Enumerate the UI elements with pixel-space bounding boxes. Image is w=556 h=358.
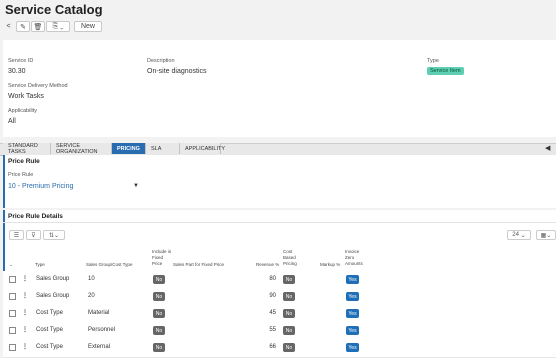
grid-icon: ▦⌄ (540, 232, 552, 239)
applicability-value: All (8, 118, 16, 125)
page-size-select[interactable]: 24 ⌄ (507, 230, 531, 240)
back-button[interactable]: < (3, 21, 14, 32)
row-menu-icon[interactable]: ⋮ (22, 326, 28, 333)
sort-button[interactable]: ⇅⌄ (43, 230, 65, 240)
delete-button[interactable]: 🗑 (31, 21, 45, 32)
invoice-zero-badge: Yes (346, 309, 359, 318)
tab-service-organization[interactable]: SERVICE ORGANIZATION (51, 143, 112, 155)
service-id-value: 30.30 (8, 68, 26, 75)
include-fixed-badge: No (153, 343, 165, 352)
edit-button[interactable]: ✎ (16, 21, 30, 32)
dropdown-caret-icon[interactable]: ▼ (133, 183, 139, 189)
trash-icon: 🗑 (33, 23, 43, 31)
cost-based-badge: No (283, 326, 295, 335)
col-sales-part[interactable]: Sales Part for Fixed Price (173, 262, 224, 268)
col-markup[interactable]: Markup % (320, 262, 340, 268)
filter-button[interactable]: ⊽ (26, 230, 41, 240)
page-size-value: 24 (512, 232, 519, 238)
include-fixed-badge: No (153, 292, 165, 301)
invoice-zero-badge: Yes (346, 343, 359, 352)
cell-revenue: 90 (269, 293, 276, 299)
page-title: Service Catalog (5, 2, 103, 17)
collapse-left-icon[interactable]: ◀ (545, 144, 550, 152)
col-invoice-zero[interactable]: Invoice Zero Amounts (345, 249, 365, 267)
col-include-fixed[interactable]: Include in Fixed Price (152, 249, 172, 267)
copy-icon: ⎘ ⌄ (52, 22, 64, 30)
details-section-title: Price Rule Details (8, 213, 63, 220)
type-badge: Service Item (427, 67, 464, 75)
header-card (3, 40, 556, 137)
expand-all-icon[interactable]: ⌄ (9, 262, 13, 268)
cost-based-badge: No (283, 309, 295, 318)
row-checkbox[interactable] (9, 293, 16, 300)
cell-revenue: 66 (269, 344, 276, 350)
include-fixed-badge: No (153, 309, 165, 318)
cell-type: Cost Type (36, 344, 63, 350)
col-cost-based[interactable]: Cost Based Pricing (283, 249, 299, 267)
cell-sales-group: 10 (88, 276, 95, 282)
row-checkbox[interactable] (9, 344, 16, 351)
include-fixed-badge: No (153, 275, 165, 284)
tab-applicability[interactable]: APPLICABILITY (180, 143, 225, 154)
invoice-zero-badge: Yes (346, 292, 359, 301)
col-revenue[interactable]: Revenue % (256, 262, 279, 268)
tab-sla[interactable]: SLA (146, 143, 180, 154)
cost-based-badge: No (283, 343, 295, 352)
list-view-button[interactable]: ☰ (9, 230, 24, 240)
delivery-label: Service Delivery Method (8, 83, 68, 89)
tab-standard-tasks[interactable]: STANDARD TASKS (3, 143, 51, 155)
price-rule-select[interactable]: 10 - Premium Pricing (8, 183, 73, 190)
pencil-icon: ✎ (20, 23, 26, 31)
list-icon: ☰ (13, 232, 20, 239)
divider (3, 222, 556, 223)
description-label: Description (147, 58, 175, 64)
cell-type: Sales Group (36, 276, 70, 282)
cell-sales-group: External (88, 344, 111, 350)
col-type[interactable]: Type (35, 262, 45, 268)
row-menu-icon[interactable]: ⋮ (22, 343, 28, 350)
row-checkbox[interactable] (9, 327, 16, 334)
cell-sales-group: Material (88, 310, 110, 316)
cell-revenue: 45 (269, 310, 276, 316)
invoice-zero-badge: Yes (346, 275, 359, 284)
include-fixed-badge: No (153, 326, 165, 335)
cell-sales-group: 20 (88, 293, 95, 299)
filter-icon: ⊽ (31, 232, 36, 239)
row-menu-icon[interactable]: ⋮ (22, 292, 28, 299)
invoice-zero-badge: Yes (346, 326, 359, 335)
price-rule-panel (3, 155, 556, 208)
row-menu-icon[interactable]: ⋮ (22, 309, 28, 316)
tab-pricing[interactable]: PRICING (112, 143, 146, 154)
type-label: Type (427, 58, 439, 64)
copy-menu-button[interactable]: ⎘ ⌄ (46, 21, 70, 32)
cell-type: Cost Type (36, 327, 63, 333)
cell-type: Sales Group (36, 293, 70, 299)
delivery-value: Work Tasks (8, 93, 44, 100)
cell-revenue: 80 (269, 276, 276, 282)
row-checkbox[interactable] (9, 276, 16, 283)
description-value: On-site diagnostics (147, 68, 207, 75)
table-row[interactable] (3, 339, 556, 358)
applicability-label: Applicability (8, 108, 38, 114)
cell-type: Cost Type (36, 310, 63, 316)
col-sales-group[interactable]: Sales Group/Cost Type (86, 262, 132, 268)
price-rule-field-label: Price Rule (8, 172, 34, 178)
row-checkbox[interactable] (9, 310, 16, 317)
price-rule-section-title: Price Rule (8, 158, 40, 165)
row-menu-icon[interactable]: ⋮ (22, 275, 28, 282)
column-chooser-button[interactable]: ▦⌄ (536, 230, 556, 240)
new-button[interactable]: New (74, 21, 102, 32)
cell-revenue: 55 (269, 327, 276, 333)
service-id-label: Service ID (8, 58, 34, 64)
cell-sales-group: Personnel (88, 327, 116, 333)
cost-based-badge: No (283, 292, 295, 301)
cost-based-badge: No (283, 275, 295, 284)
sort-icon: ⇅⌄ (48, 232, 60, 239)
